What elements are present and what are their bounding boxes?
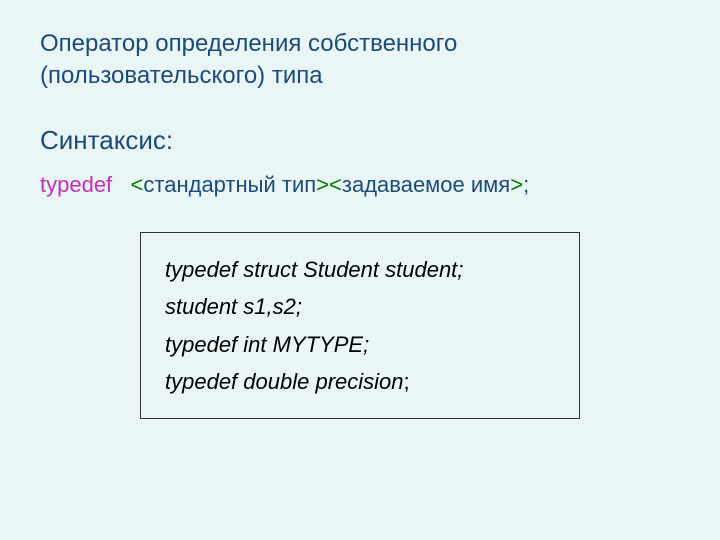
standard-type-text: стандартный тип xyxy=(143,172,316,197)
angle-open-2: < xyxy=(329,172,342,197)
angle-close-1: > xyxy=(316,172,329,197)
given-name-text: задаваемое имя xyxy=(342,172,510,197)
syntax-heading: Синтаксис: xyxy=(40,125,680,156)
code-line-4-italic: typedef double precision xyxy=(165,369,404,394)
typedef-keyword: typedef xyxy=(40,172,112,197)
code-example-box: typedef struct Student student; student … xyxy=(140,232,580,420)
title-line-1: Оператор определения собственного xyxy=(40,30,457,57)
code-line-2: student s1,s2; xyxy=(165,288,559,325)
syntax-definition: typedef <стандартный тип><задаваемое имя… xyxy=(40,172,680,198)
title-line-2: (пользовательского) типа xyxy=(40,62,323,89)
code-line-4-semicolon: ; xyxy=(404,369,410,394)
slide-title: Оператор определения собственного (польз… xyxy=(40,28,680,93)
syntax-semicolon: ; xyxy=(523,172,529,197)
code-line-3: typedef int MYTYPE; xyxy=(165,326,559,363)
code-line-1: typedef struct Student student; xyxy=(165,251,559,288)
code-line-4: typedef double precision; xyxy=(165,363,559,400)
angle-close-2: > xyxy=(510,172,523,197)
angle-open-1: < xyxy=(131,172,144,197)
